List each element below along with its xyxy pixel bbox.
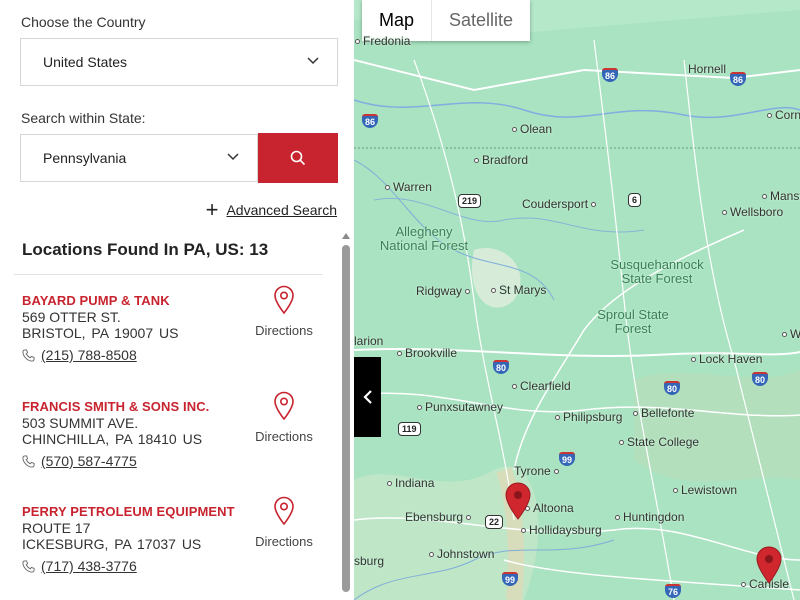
map-label: Ebensburg bbox=[405, 510, 474, 524]
map-label: Tyrone bbox=[514, 464, 562, 478]
route-shield: 22 bbox=[485, 515, 504, 529]
location-citystate: BRISTOL, PA 19007 US bbox=[22, 325, 179, 341]
country-select[interactable]: United States bbox=[20, 38, 338, 86]
country-label: Choose the Country bbox=[21, 14, 146, 30]
location-street: 569 OTTER ST. bbox=[22, 309, 121, 325]
map-label: Fredonia bbox=[354, 34, 410, 48]
chevron-down-icon bbox=[227, 153, 239, 161]
map-pin-icon bbox=[274, 496, 294, 526]
map-pin-icon bbox=[274, 285, 294, 315]
plus-icon: + bbox=[205, 197, 219, 222]
directions-button[interactable]: Directions bbox=[254, 496, 314, 549]
directions-label: Directions bbox=[255, 534, 313, 549]
map-label: larion bbox=[354, 334, 384, 348]
location-item: BAYARD PUMP & TANK 569 OTTER ST. BRISTOL… bbox=[22, 285, 322, 383]
map-label: Clearfield bbox=[509, 379, 571, 393]
directions-button[interactable]: Directions bbox=[254, 391, 314, 444]
location-street: 503 SUMMIT AVE. bbox=[22, 415, 139, 431]
map-label: Olean bbox=[509, 122, 552, 136]
location-item: FRANCIS SMITH & SONS INC. 503 SUMMIT AVE… bbox=[22, 391, 322, 489]
collapse-panel-button[interactable] bbox=[354, 357, 381, 437]
chevron-down-icon bbox=[307, 57, 319, 65]
store-locator-panel: Choose the Country United States Search … bbox=[0, 0, 354, 600]
phone-icon bbox=[22, 348, 35, 362]
map-label: Johnstown bbox=[426, 547, 494, 561]
location-item: PERRY PETROLEUM EQUIPMENT ROUTE 17 ICKES… bbox=[22, 496, 322, 594]
map-label: Wil bbox=[779, 327, 800, 341]
state-select[interactable]: Pennsylvania bbox=[20, 134, 258, 182]
map-label: Hollidaysburg bbox=[518, 523, 602, 537]
map-label: State College bbox=[616, 435, 699, 449]
phone-icon bbox=[22, 454, 35, 468]
map-label: Philipsburg bbox=[552, 410, 622, 424]
directions-button[interactable]: Directions bbox=[254, 285, 314, 338]
phone-icon bbox=[22, 559, 35, 573]
advanced-search-label: Advanced Search bbox=[226, 202, 337, 218]
map-label: Hornell bbox=[688, 62, 727, 76]
map-region-label: Sproul State Forest bbox=[597, 307, 669, 336]
location-name[interactable]: FRANCIS SMITH & SONS INC. bbox=[22, 399, 209, 414]
divider bbox=[14, 274, 323, 275]
map-label: Coudersport bbox=[522, 197, 599, 211]
directions-label: Directions bbox=[255, 429, 313, 444]
location-name[interactable]: PERRY PETROLEUM EQUIPMENT bbox=[22, 504, 235, 519]
scrollbar-thumb[interactable] bbox=[342, 245, 350, 592]
map-label: Punxsutawney bbox=[414, 400, 503, 414]
location-citystate: ICKESBURG, PA 17037 US bbox=[22, 536, 202, 552]
map-label: Mansf bbox=[759, 189, 800, 203]
location-marker[interactable] bbox=[756, 546, 782, 584]
route-shield: 219 bbox=[458, 194, 482, 208]
location-phone[interactable]: (570) 587-4775 bbox=[22, 453, 137, 469]
map-region-label: Allegheny National Forest bbox=[379, 224, 469, 253]
map-label: St Marys bbox=[488, 283, 546, 297]
phone-number[interactable]: (215) 788-8508 bbox=[41, 347, 137, 363]
search-button[interactable] bbox=[258, 133, 338, 183]
map-label: Brookville bbox=[394, 346, 457, 360]
directions-label: Directions bbox=[255, 323, 313, 338]
location-street: ROUTE 17 bbox=[22, 520, 91, 536]
map-pin-icon bbox=[274, 391, 294, 421]
phone-number[interactable]: (570) 587-4775 bbox=[41, 453, 137, 469]
country-value: United States bbox=[43, 54, 128, 70]
location-phone[interactable]: (215) 788-8508 bbox=[22, 347, 137, 363]
map-label: Bradford bbox=[471, 153, 528, 167]
state-value: Pennsylvania bbox=[43, 150, 127, 166]
advanced-search-link[interactable]: + Advanced Search bbox=[205, 197, 337, 222]
map-label: Corni bbox=[764, 108, 800, 122]
map-region-label: Susquehannock State Forest bbox=[610, 257, 704, 286]
route-shield: 6 bbox=[628, 193, 642, 207]
map-label: Huntingdon bbox=[612, 510, 684, 524]
scroll-up-arrow[interactable] bbox=[342, 233, 350, 239]
route-shield: 119 bbox=[398, 422, 421, 436]
map-label: Ridgway bbox=[416, 284, 473, 298]
map-label: sburg bbox=[354, 554, 385, 568]
map-label: Indiana bbox=[384, 476, 434, 490]
map-type-satellite[interactable]: Satellite bbox=[432, 0, 530, 41]
results-heading: Locations Found In PA, US: 13 bbox=[22, 240, 269, 259]
chevron-left-icon bbox=[362, 390, 372, 404]
search-icon bbox=[290, 150, 306, 166]
map-label: Lewistown bbox=[670, 483, 737, 497]
location-marker[interactable] bbox=[505, 482, 531, 520]
map-label: Wellsboro bbox=[719, 205, 783, 219]
location-phone[interactable]: (717) 438-3776 bbox=[22, 558, 137, 574]
phone-number[interactable]: (717) 438-3776 bbox=[41, 558, 137, 574]
map-label: Warren bbox=[382, 180, 432, 194]
location-citystate: CHINCHILLA, PA 18410 US bbox=[22, 431, 203, 447]
state-label: Search within State: bbox=[21, 110, 146, 126]
map-label: Lock Haven bbox=[688, 352, 762, 366]
map-view[interactable]: Map Satellite Fredonia Hornell Corni Ole… bbox=[354, 0, 800, 600]
map-label: Bellefonte bbox=[630, 406, 694, 420]
location-name[interactable]: BAYARD PUMP & TANK bbox=[22, 293, 170, 308]
